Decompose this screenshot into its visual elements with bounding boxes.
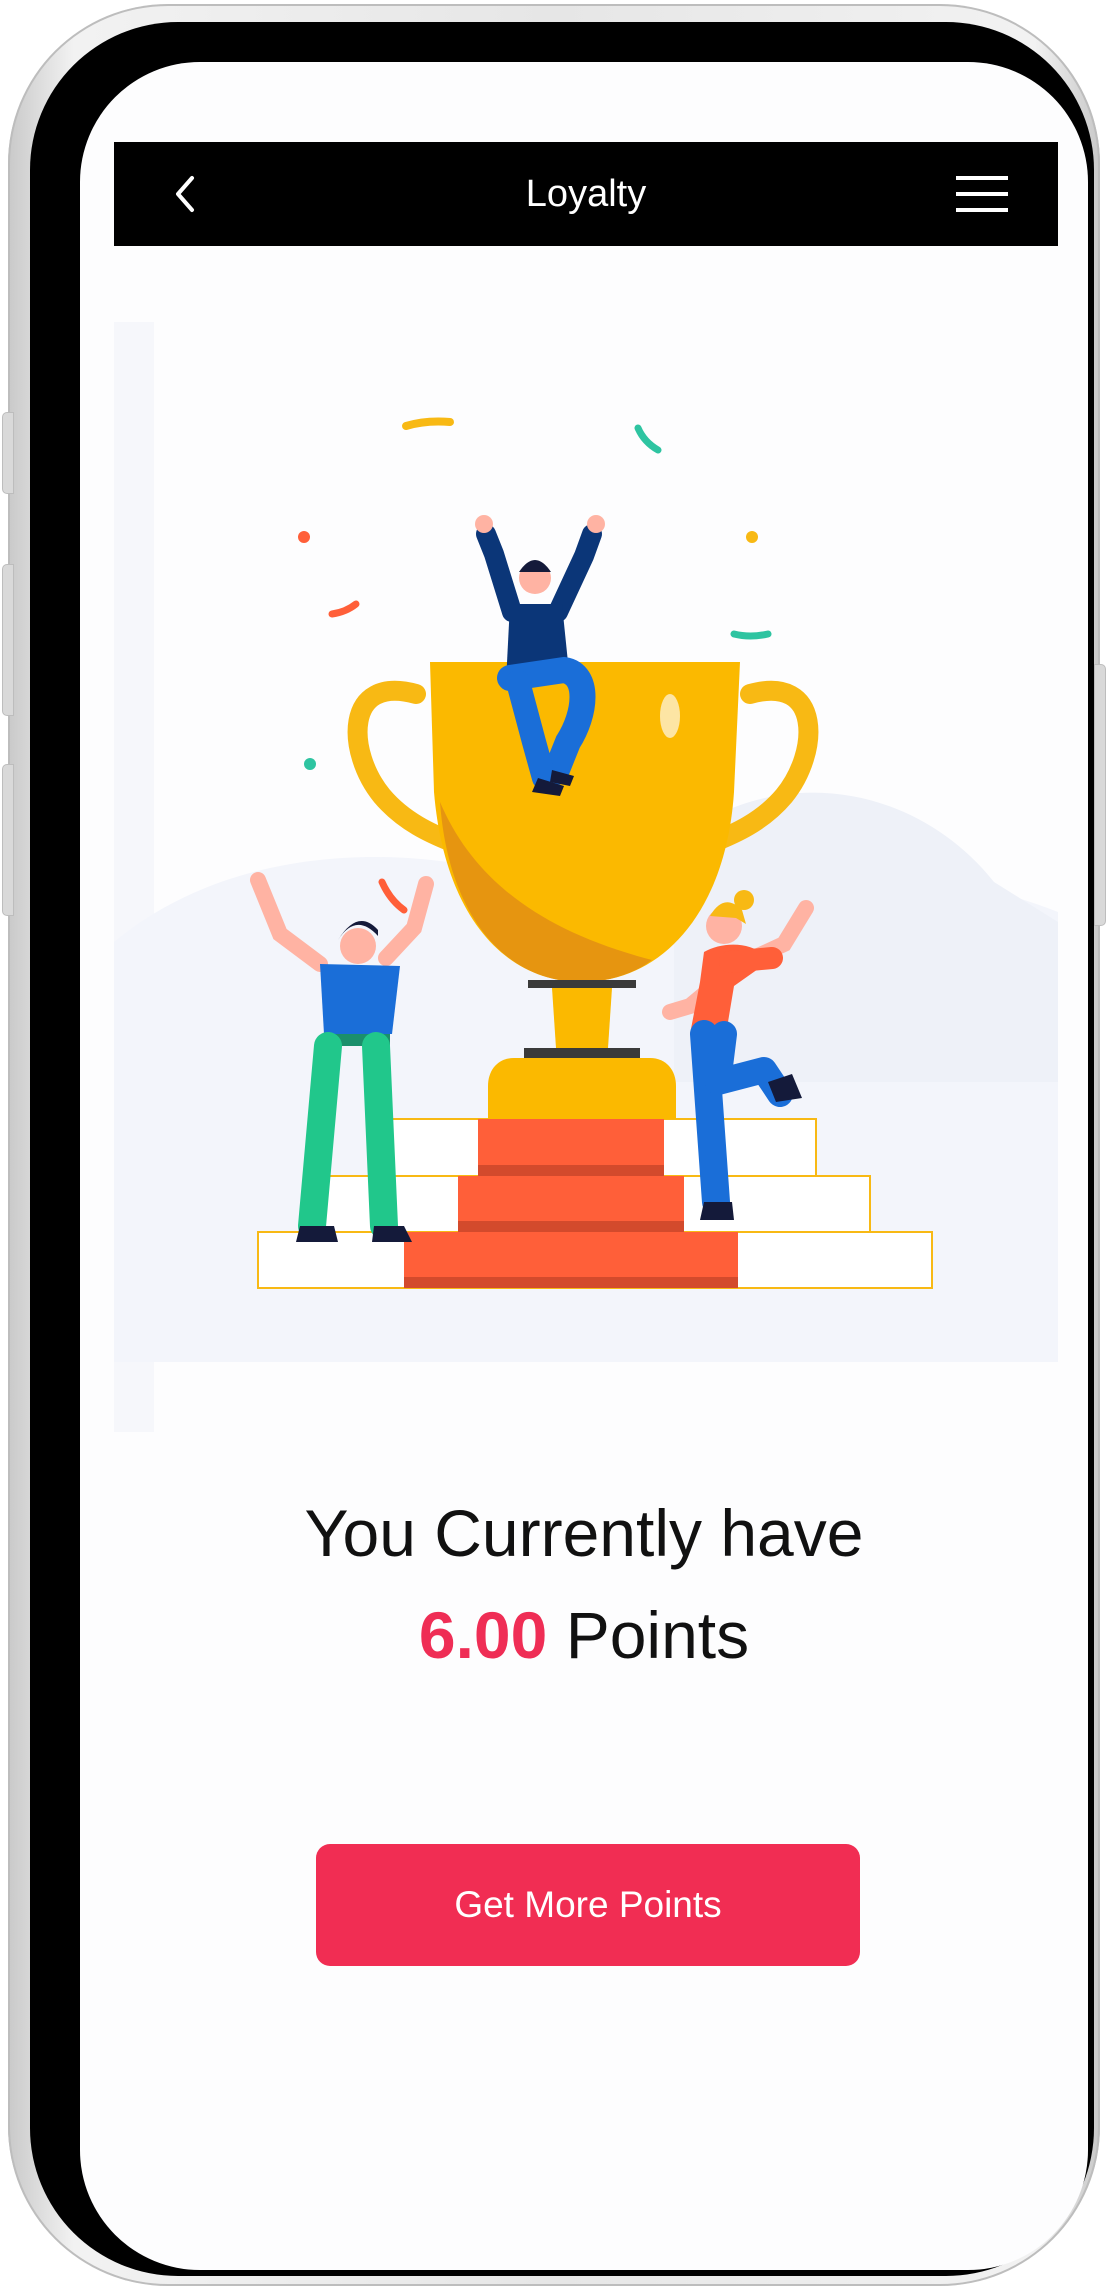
phone-screen: Loyalty You Currently have 6.00 Points G… bbox=[80, 62, 1088, 2270]
trophy-illustration bbox=[114, 322, 1058, 1462]
points-summary: You Currently have 6.00 Points bbox=[80, 1482, 1088, 1686]
points-value: 6.00 bbox=[418, 1598, 548, 1672]
phone-side-button bbox=[1094, 664, 1106, 926]
points-prefix: You Currently have bbox=[304, 1496, 864, 1570]
points-line: 6.00 Points bbox=[80, 1584, 1088, 1686]
menu-button[interactable] bbox=[956, 174, 1008, 214]
trophy-celebration-illustration bbox=[114, 322, 1058, 1432]
hamburger-menu-icon bbox=[956, 176, 1008, 212]
points-unit: Points bbox=[565, 1598, 750, 1672]
page-title: Loyalty bbox=[525, 173, 647, 215]
phone-side-button bbox=[2, 764, 14, 916]
phone-frame: Loyalty You Currently have 6.00 Points G… bbox=[2, 4, 1106, 2286]
phone-side-button bbox=[2, 412, 14, 494]
get-more-points-button[interactable]: Get More Points bbox=[316, 1844, 860, 1966]
app-header: Loyalty bbox=[114, 142, 1058, 246]
phone-side-button bbox=[2, 564, 14, 716]
phone-bezel: Loyalty You Currently have 6.00 Points G… bbox=[30, 22, 1094, 2276]
